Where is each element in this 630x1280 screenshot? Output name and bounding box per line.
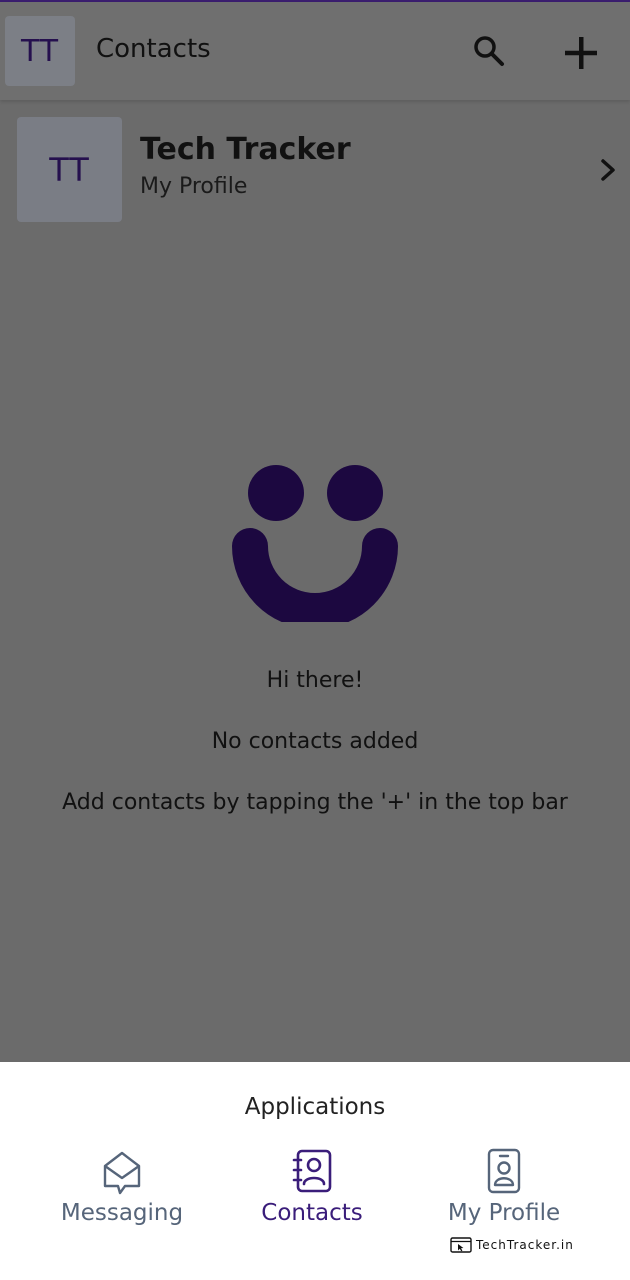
chevron-right-icon bbox=[601, 159, 615, 181]
page-title: Contacts bbox=[96, 34, 211, 64]
app-item-contacts-label: Contacts bbox=[261, 1200, 363, 1226]
my-profile-row[interactable]: TT Tech Tracker My Profile bbox=[0, 110, 630, 230]
empty-hint: Add contacts by tapping the '+' in the t… bbox=[62, 790, 568, 815]
envelope-chat-icon bbox=[103, 1151, 141, 1195]
top-app-bar: TT Contacts bbox=[0, 2, 630, 100]
app-item-messaging[interactable]: Messaging bbox=[22, 1146, 222, 1236]
add-contact-button[interactable] bbox=[556, 28, 606, 78]
profile-avatar-initials: TT bbox=[49, 150, 90, 189]
sheet-title: Applications bbox=[244, 1094, 386, 1120]
contacts-screen: TT Contacts TT Tech Tracker My Profile H… bbox=[0, 0, 630, 1062]
search-button[interactable] bbox=[466, 28, 512, 74]
profile-avatar: TT bbox=[17, 117, 122, 222]
smiley-icon bbox=[232, 465, 398, 622]
browser-cursor-icon bbox=[450, 1237, 472, 1253]
id-badge-icon bbox=[487, 1148, 521, 1194]
app-item-my-profile[interactable]: My Profile bbox=[404, 1146, 604, 1236]
watermark-text: TechTracker.in bbox=[476, 1238, 574, 1252]
app-item-messaging-label: Messaging bbox=[60, 1200, 184, 1226]
address-book-icon bbox=[292, 1149, 332, 1193]
app-item-contacts[interactable]: Contacts bbox=[212, 1146, 412, 1236]
empty-message: No contacts added bbox=[211, 729, 419, 754]
profile-subtitle: My Profile bbox=[140, 174, 248, 199]
techtracker-watermark: TechTracker.in bbox=[450, 1236, 574, 1254]
plus-icon bbox=[565, 37, 597, 69]
appbar-avatar-initials: TT bbox=[20, 33, 60, 69]
empty-greeting: Hi there! bbox=[266, 668, 364, 693]
appbar-avatar[interactable]: TT bbox=[5, 16, 75, 86]
profile-name: Tech Tracker bbox=[140, 132, 351, 167]
app-item-my-profile-label: My Profile bbox=[447, 1200, 561, 1226]
search-icon bbox=[474, 36, 504, 66]
